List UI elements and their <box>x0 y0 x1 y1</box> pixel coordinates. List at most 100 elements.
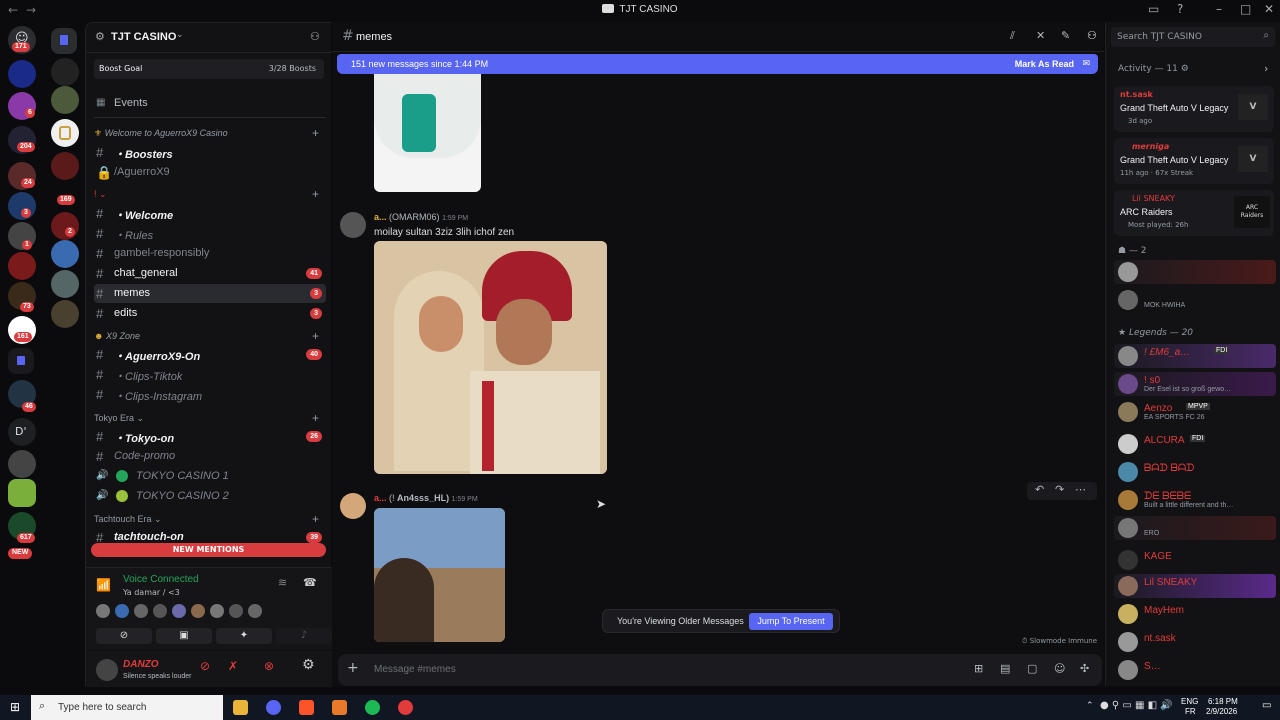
activities-button[interactable]: ✦ <box>216 628 272 644</box>
new-messages-bar[interactable]: 151 new messages since 1:44 PM Mark As R… <box>337 54 1098 74</box>
events-item[interactable]: ▦ Events <box>94 94 326 113</box>
member-row[interactable]: ERO <box>1114 516 1276 540</box>
member-row[interactable]: MOK HWIHA <box>1114 288 1276 312</box>
new-servers-badge[interactable]: NEW <box>8 548 33 559</box>
camera-off-button[interactable]: ⊘ <box>96 628 152 644</box>
server-icon[interactable] <box>51 119 79 147</box>
apps-icon[interactable]: ✣ <box>1080 662 1089 675</box>
channel-clips-tiktok[interactable]: # ・Clips-Tiktok <box>94 365 326 384</box>
gift-icon[interactable]: ⊞ <box>974 662 983 675</box>
chevron-right-icon[interactable]: › <box>1264 62 1268 75</box>
category-x9-zone[interactable]: ☻ X9 Zone + <box>94 329 319 343</box>
member-row[interactable]: KAGE <box>1114 548 1276 572</box>
taskbar-search[interactable]: ⌕ Type here to search <box>31 695 223 720</box>
voice-channel-tokyo-1[interactable]: 🔊 TOKYO CASINO 1 <box>94 467 326 486</box>
server-icon[interactable] <box>51 270 79 298</box>
add-channel-icon[interactable]: + <box>312 126 319 140</box>
message-image[interactable] <box>374 241 607 474</box>
server-icon[interactable] <box>51 212 79 240</box>
app-icon[interactable] <box>398 700 413 715</box>
message-composer[interactable]: + Message #memes ⊞ ▤ ▢ ☺ ✣ <box>338 654 1102 686</box>
channel-boosters[interactable]: # ・Boosters <box>94 143 326 162</box>
channel-gambel[interactable]: # gambel-responsibly <box>94 244 326 263</box>
channel-rules[interactable]: # ・Rules <box>94 224 326 243</box>
message-image[interactable] <box>374 74 481 192</box>
activity-card[interactable]: merniga Grand Theft Auto V Legacy 11h ag… <box>1114 138 1274 184</box>
voice-channel-name[interactable]: Ya damar / <3 <box>123 588 180 597</box>
author-name[interactable]: a... <box>374 493 387 503</box>
channel-code-promo[interactable]: # Code-promo <box>94 447 326 466</box>
add-channel-icon[interactable]: + <box>312 411 319 425</box>
jump-to-present-button[interactable]: Jump To Present <box>749 613 833 630</box>
member-row[interactable] <box>1114 260 1276 284</box>
tray-icons[interactable]: ● ⚲ ▭ ▦ ◧ 🔊 <box>1100 700 1173 711</box>
message-image[interactable] <box>374 508 505 642</box>
app-icon[interactable] <box>332 700 347 715</box>
folder-icon[interactable] <box>8 348 34 374</box>
category-welcome[interactable]: ⚜ Welcome to AguerroX9 Casino + <box>94 126 319 140</box>
server-icon[interactable] <box>8 60 36 88</box>
close-icon[interactable]: ✕ <box>1264 2 1274 16</box>
member-row[interactable]: nt.sask <box>1114 630 1276 654</box>
channel-aguerrox9-on[interactable]: # ・AguerroX9-On 40 <box>94 345 326 364</box>
windows-start-icon[interactable]: ⊞ <box>10 700 20 714</box>
threads-icon[interactable]: ⫽ <box>1010 29 1015 43</box>
member-row[interactable]: Aenzo MPVP EA SPORTS FC 26 <box>1114 400 1276 424</box>
deafen-icon[interactable]: ⊗ <box>264 659 274 673</box>
notifications-off-icon[interactable]: ✕ <box>1036 29 1045 42</box>
category-unnamed[interactable]: ! ⌄ + <box>94 187 319 201</box>
voice-channel-tokyo-2[interactable]: 🔊 TOKYO CASINO 2 <box>94 487 326 506</box>
channel-aguerrox9[interactable]: 🔒/AguerroX9 <box>94 163 326 182</box>
inbox-icon[interactable]: ▭ <box>1148 2 1159 16</box>
activity-card[interactable]: Lil SNEAKY ARC Raiders Most played: 26h … <box>1114 190 1274 236</box>
member-row[interactable]: MayHem <box>1114 602 1276 626</box>
disconnect-icon[interactable]: ☎ <box>303 576 317 589</box>
avatar[interactable] <box>96 659 118 681</box>
soundboard-button[interactable]: ♪ <box>276 628 332 644</box>
keyboard-language[interactable]: ENG <box>1181 697 1198 706</box>
pin-icon[interactable]: ✎ <box>1061 29 1070 42</box>
guild-header[interactable]: ⚙ TJT CASINO ⌄ ⚇ <box>86 23 332 53</box>
brave-icon[interactable] <box>299 700 314 715</box>
server-icon[interactable] <box>8 252 36 280</box>
member-row[interactable]: ᗷᗩᗪ ᗷᗩᗪ <box>1114 460 1276 484</box>
server-icon[interactable] <box>51 300 79 328</box>
minimize-icon[interactable]: – <box>1216 2 1222 16</box>
mic-muted-icon[interactable]: ✗ <box>228 659 238 673</box>
camera-off-icon[interactable]: ⊘ <box>200 659 210 673</box>
direct-messages-icon[interactable] <box>51 28 77 54</box>
author-name[interactable]: a... <box>374 212 387 222</box>
sticker-icon[interactable]: ▢ <box>1027 662 1037 675</box>
keyboard-region[interactable]: FR <box>1185 707 1196 716</box>
channel-edits[interactable]: # edits 3 <box>94 304 326 323</box>
channel-tokyo-on[interactable]: # ・Tokyo-on 26 <box>94 427 326 446</box>
clock-date[interactable]: 2/9/2026 <box>1206 707 1237 716</box>
server-icon[interactable] <box>51 240 79 268</box>
emoji-icon[interactable]: ☺ <box>1054 662 1065 675</box>
add-channel-icon[interactable]: + <box>312 329 319 343</box>
member-row[interactable]: ! £M6_a… FDI <box>1114 344 1276 368</box>
spotify-icon[interactable] <box>365 700 380 715</box>
voice-status[interactable]: Voice Connected <box>123 574 199 585</box>
file-explorer-icon[interactable] <box>233 700 248 715</box>
server-icon[interactable] <box>51 86 79 114</box>
channel-chat-general[interactable]: # chat_general 41 <box>94 264 326 283</box>
username[interactable]: DANZO <box>123 659 159 670</box>
discord-taskbar-icon[interactable] <box>266 700 281 715</box>
add-channel-icon[interactable]: + <box>312 187 319 201</box>
author-tag[interactable]: (OMARM06) <box>389 212 440 222</box>
channel-clips-instagram[interactable]: # ・Clips-Instagram <box>94 385 326 404</box>
channel-welcome[interactable]: # ・Welcome <box>94 204 326 223</box>
search-input[interactable]: Search TJT CASINO ⌕ <box>1111 27 1275 47</box>
avatar[interactable] <box>340 212 366 238</box>
member-row[interactable]: Lil SNEAKY <box>1114 574 1276 598</box>
message-input[interactable]: Message #memes <box>374 664 456 675</box>
help-icon[interactable]: ? <box>1177 2 1183 16</box>
noise-suppression-icon[interactable]: ≋ <box>278 576 287 589</box>
author-tag[interactable]: An4sss_HL) <box>397 493 449 503</box>
new-mentions-button[interactable]: NEW MENTIONS <box>91 543 326 557</box>
member-list-icon[interactable]: ⚇ <box>1087 29 1097 42</box>
category-tokyo-era[interactable]: Tokyo Era ⌄ + <box>94 411 319 425</box>
forward-icon[interactable]: ↷ <box>1055 483 1064 496</box>
reply-icon[interactable]: ↶ <box>1035 483 1044 496</box>
